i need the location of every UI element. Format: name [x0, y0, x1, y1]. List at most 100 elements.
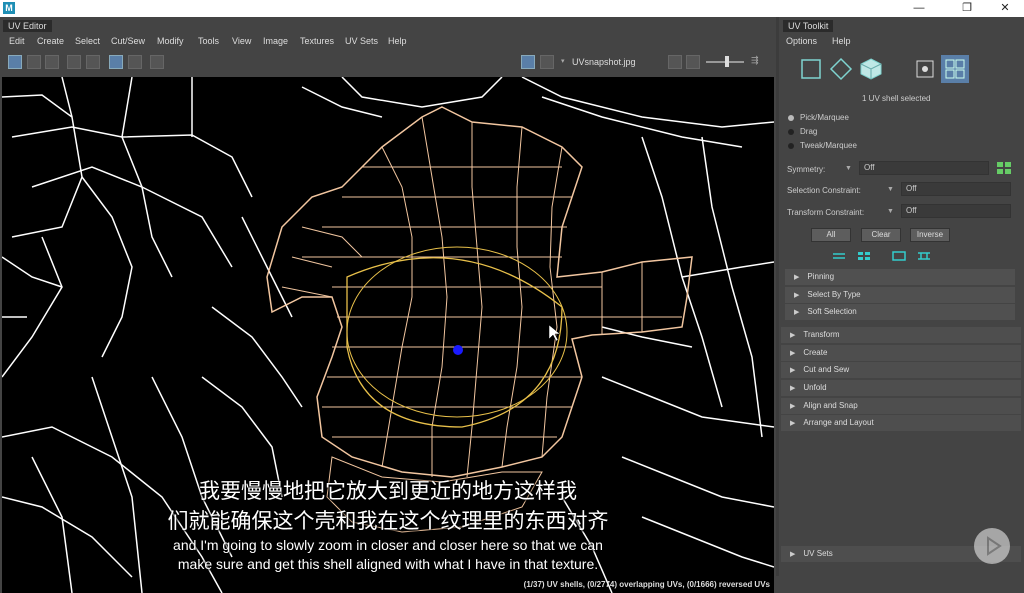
snapshot-camera-icon[interactable]	[150, 55, 164, 69]
section-select-by-type[interactable]: ▶ Select By Type	[785, 287, 1015, 303]
radio-icon	[788, 128, 794, 135]
grid-icon[interactable]	[67, 55, 81, 69]
symmetry-settings-icon[interactable]	[997, 162, 1011, 174]
uv-toolkit-tab[interactable]: UV Toolkit	[783, 20, 834, 32]
more-tools-icon[interactable]: ⇶	[751, 55, 765, 69]
menu-uv-sets[interactable]: UV Sets	[345, 36, 378, 46]
menu-cut-sew[interactable]: Cut/Sew	[111, 36, 145, 46]
section-cut-and-sew[interactable]: ▶ Cut and Sew	[781, 362, 1021, 378]
uv-select-mode-icon[interactable]	[8, 55, 22, 69]
display-image-icon[interactable]	[521, 55, 535, 69]
section-arrange-and-layout[interactable]: ▶ Arrange and Layout	[781, 415, 1021, 431]
transform-constraint-dropdown-icon[interactable]: ▼	[887, 208, 894, 215]
menu-view[interactable]: View	[232, 36, 251, 46]
symmetry-label: Symmetry:	[787, 165, 826, 174]
uv-editor-panel: UV Editor Edit Create Select Cut/Sew Mod…	[0, 17, 776, 593]
image-name-label[interactable]: UVsnapshot.jpg	[572, 57, 636, 67]
section-pinning[interactable]: ▶ Pinning	[785, 269, 1015, 285]
symmetry-field[interactable]: Off	[859, 161, 989, 175]
play-triangle-icon	[987, 536, 1002, 556]
exposure-icon[interactable]	[668, 55, 682, 69]
section-label: Cut and Sew	[803, 365, 850, 374]
shrink-selection-icon[interactable]	[857, 251, 871, 261]
invert-selection-button[interactable]: Inverse	[910, 228, 950, 242]
selection-constraint-dropdown-icon[interactable]: ▼	[887, 186, 894, 193]
uv-editor-menubar: Edit Create Select Cut/Sew Modify Tools …	[0, 34, 776, 50]
section-label: Pinning	[807, 272, 835, 281]
close-button[interactable]: ✕	[990, 0, 1020, 17]
mode-drag[interactable]: Drag	[788, 127, 817, 136]
mode-pick-marquee[interactable]: Pick/Marquee	[788, 113, 849, 122]
pivot-point-icon[interactable]	[453, 345, 463, 355]
section-label: Unfold	[803, 383, 827, 392]
face-select-tool-icon[interactable]	[859, 57, 883, 81]
menu-image[interactable]: Image	[263, 36, 288, 46]
expand-arrow-icon: ▶	[794, 292, 800, 299]
clear-selection-button[interactable]: Clear	[861, 228, 901, 242]
maya-window: M — ❐ ✕ UV Editor Edit Create Select Cut…	[0, 0, 1024, 593]
subtitle-cn-line-1: 我要慢慢地把它放大到更近的地方这样我	[199, 479, 577, 503]
toolkit-menu-options[interactable]: Options	[786, 36, 817, 46]
mode-tweak-marquee[interactable]: Tweak/Marquee	[788, 141, 857, 150]
frame-icon[interactable]	[86, 55, 100, 69]
shading-icon[interactable]	[128, 55, 142, 69]
uv-viewport[interactable]: 我要慢慢地把它放大到更近的地方这样我 们就能确保这个壳和我在这个纹理里的东西对齐…	[2, 77, 774, 593]
subtitle-cn-line-2: 们就能确保这个壳和我在这个纹理里的东西对齐	[167, 509, 609, 533]
uv-editor-toolbar: ▾ UVsnapshot.jpg ⇶	[0, 52, 776, 74]
section-transform[interactable]: ▶ Transform	[781, 327, 1021, 343]
mode-label: Drag	[800, 127, 818, 136]
menu-help[interactable]: Help	[388, 36, 407, 46]
section-label: Align and Snap	[803, 401, 858, 410]
uv-select-tool-icon[interactable]	[799, 57, 823, 81]
expand-arrow-icon: ▶	[790, 367, 796, 374]
subtitle-en-line-1: and I'm going to slowly zoom in closer a…	[173, 537, 603, 553]
uv-editor-tab[interactable]: UV Editor	[3, 20, 52, 32]
select-shortest-edge-path-icon[interactable]	[917, 251, 931, 261]
uv-shell-mode-icon[interactable]	[941, 55, 969, 83]
subtitle-en-line-2: make sure and get this shell aligned wit…	[177, 556, 599, 572]
transform-constraint-field[interactable]: Off	[901, 204, 1011, 218]
play-icon[interactable]	[974, 528, 1010, 564]
menu-create[interactable]: Create	[37, 36, 64, 46]
menu-textures[interactable]: Textures	[300, 36, 334, 46]
section-label: UV Sets	[803, 549, 833, 558]
edge-select-tool-icon[interactable]	[829, 57, 853, 81]
image-dropdown-arrow-icon[interactable]: ▾	[561, 57, 565, 65]
expand-arrow-icon: ▶	[790, 551, 796, 558]
gamma-slider-handle[interactable]	[725, 56, 729, 67]
mode-label: Pick/Marquee	[800, 113, 849, 122]
shell-select-icon[interactable]	[27, 55, 41, 69]
shell-select-tool-icon[interactable]	[913, 57, 937, 81]
select-border-icon[interactable]	[892, 251, 906, 261]
checker-icon[interactable]	[540, 55, 554, 69]
selection-constraint-field[interactable]: Off	[901, 182, 1011, 196]
minimize-button[interactable]: —	[904, 0, 934, 17]
section-align-and-snap[interactable]: ▶ Align and Snap	[781, 398, 1021, 414]
expand-arrow-icon: ▶	[790, 403, 796, 410]
section-create[interactable]: ▶ Create	[781, 345, 1021, 361]
expand-arrow-icon: ▶	[794, 309, 800, 316]
gamma-icon[interactable]	[686, 55, 700, 69]
restore-button[interactable]: ❐	[952, 0, 982, 17]
mode-label: Tweak/Marquee	[800, 141, 857, 150]
section-label: Select By Type	[807, 290, 861, 299]
section-unfold[interactable]: ▶ Unfold	[781, 380, 1021, 396]
radio-selected-icon	[788, 114, 794, 121]
grow-selection-icon[interactable]	[832, 251, 846, 261]
toolkit-menu-help[interactable]: Help	[832, 36, 851, 46]
expand-arrow-icon: ▶	[790, 332, 796, 339]
section-label: Arrange and Layout	[803, 418, 874, 427]
maya-logo-icon: M	[3, 2, 15, 14]
menu-tools[interactable]: Tools	[198, 36, 219, 46]
menu-edit[interactable]: Edit	[9, 36, 25, 46]
face-select-icon[interactable]	[45, 55, 59, 69]
texture-borders-icon[interactable]	[109, 55, 123, 69]
section-label: Soft Selection	[807, 307, 857, 316]
expand-arrow-icon: ▶	[790, 420, 796, 427]
menu-select[interactable]: Select	[75, 36, 100, 46]
selected-uv-shell	[266, 106, 693, 533]
select-all-button[interactable]: All	[811, 228, 851, 242]
section-soft-selection[interactable]: ▶ Soft Selection	[785, 304, 1015, 320]
symmetry-dropdown-icon[interactable]: ▼	[845, 165, 852, 172]
menu-modify[interactable]: Modify	[157, 36, 184, 46]
